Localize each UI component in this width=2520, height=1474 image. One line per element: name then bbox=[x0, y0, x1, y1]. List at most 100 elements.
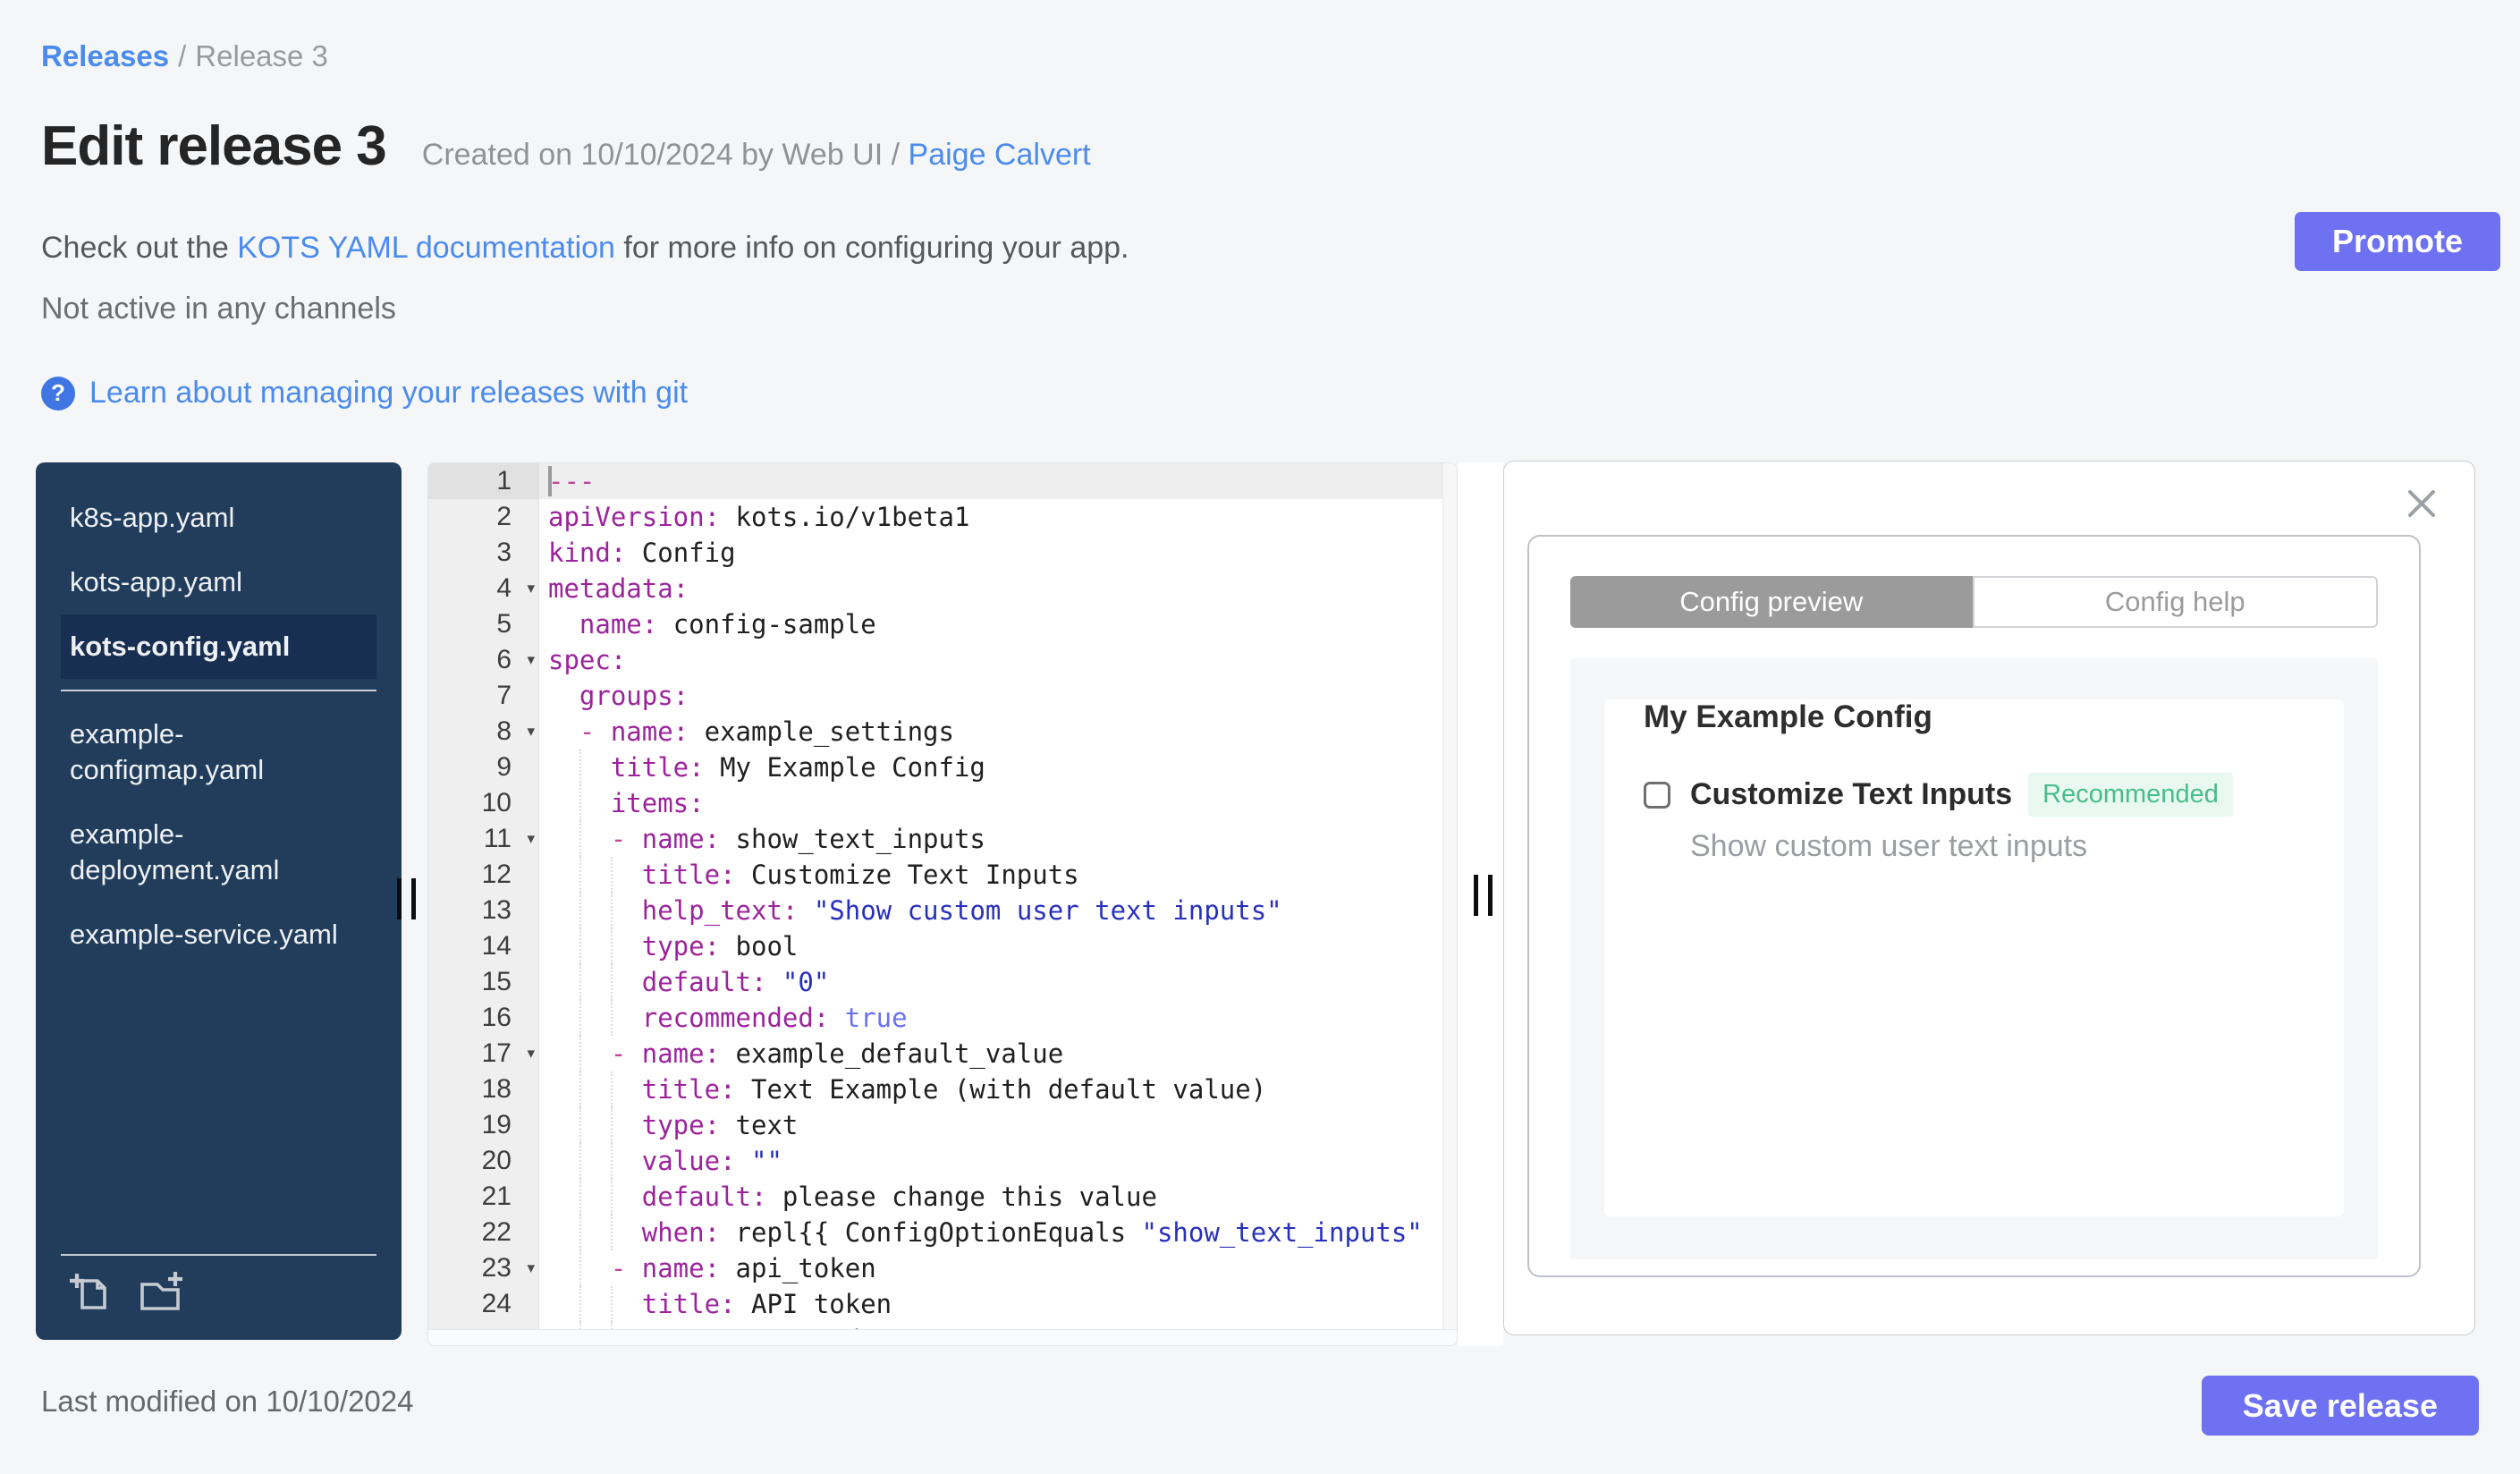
editor-line-16[interactable]: 16 recommended: true bbox=[428, 1000, 1457, 1036]
line-number: 16 bbox=[428, 1000, 539, 1036]
indent-guide bbox=[579, 1179, 581, 1215]
resize-handle-right[interactable] bbox=[1474, 875, 1501, 916]
fold-arrow-icon[interactable]: ▾ bbox=[527, 821, 535, 857]
file-plus-icon[interactable] bbox=[68, 1270, 111, 1313]
editor-line-2[interactable]: 2 apiVersion: kots.io/v1beta1 bbox=[428, 499, 1457, 535]
fold-arrow-icon[interactable]: ▾ bbox=[527, 571, 535, 606]
sidebar-item-example-deployment.yaml[interactable]: example-deployment.yaml bbox=[61, 802, 376, 902]
sidebar-divider bbox=[61, 690, 376, 691]
code-line-text[interactable]: groups: bbox=[539, 678, 1457, 714]
kots-yaml-doc-link[interactable]: KOTS YAML documentation bbox=[237, 231, 615, 265]
editor-line-17[interactable]: 17 ▾ - name: example_default_value bbox=[428, 1036, 1457, 1072]
code-line-text[interactable]: - name: example_default_value bbox=[539, 1036, 1457, 1072]
code-line-text[interactable]: type: text bbox=[539, 1107, 1457, 1143]
editor-line-24[interactable]: 24 title: API token bbox=[428, 1286, 1457, 1322]
editor-line-8[interactable]: 8 ▾ - name: example_settings bbox=[428, 714, 1457, 750]
code-line-text[interactable]: title: Text Example (with default value) bbox=[539, 1072, 1457, 1107]
last-modified: Last modified on 10/10/2024 bbox=[41, 1385, 414, 1418]
line-number: 17 ▾ bbox=[428, 1036, 539, 1072]
editor-line-1[interactable]: 1 --- bbox=[428, 463, 1457, 499]
sidebar-item-kots-config.yaml[interactable]: kots-config.yaml bbox=[61, 614, 376, 679]
resize-handle-left[interactable] bbox=[397, 878, 424, 919]
preview-tabbar: Config preview Config help bbox=[1570, 576, 2378, 628]
author-link[interactable]: Paige Calvert bbox=[909, 138, 1091, 172]
code-line-text[interactable]: title: Customize Text Inputs bbox=[539, 857, 1457, 893]
close-icon[interactable] bbox=[2405, 487, 2439, 521]
indent-guide bbox=[610, 1179, 613, 1215]
line-number: 22 bbox=[428, 1215, 539, 1250]
code-line-text[interactable]: value: "" bbox=[539, 1143, 1457, 1179]
editor-horizontal-scrollbar[interactable] bbox=[428, 1329, 1457, 1345]
indent-guide bbox=[579, 857, 581, 893]
code-line-text[interactable]: metadata: bbox=[539, 571, 1457, 606]
indent-guide bbox=[579, 1036, 581, 1072]
code-line-text[interactable]: when: repl{{ ConfigOptionEquals "show_te… bbox=[539, 1215, 1457, 1250]
fold-arrow-icon[interactable]: ▾ bbox=[527, 642, 535, 678]
sidebar-item-example-configmap.yaml[interactable]: example-configmap.yaml bbox=[61, 702, 376, 802]
editor-line-9[interactable]: 9 title: My Example Config bbox=[428, 750, 1457, 785]
code-line-text[interactable]: kind: Config bbox=[539, 535, 1457, 571]
editor-line-7[interactable]: 7 groups: bbox=[428, 678, 1457, 714]
indent-guide bbox=[579, 1250, 581, 1286]
line-number: 21 bbox=[428, 1179, 539, 1215]
editor-line-19[interactable]: 19 type: text bbox=[428, 1107, 1457, 1143]
tab-config-help[interactable]: Config help bbox=[1972, 576, 2378, 628]
fold-arrow-icon[interactable]: ▾ bbox=[527, 1250, 535, 1286]
line-number: 13 bbox=[428, 893, 539, 928]
line-number: 18 bbox=[428, 1072, 539, 1107]
code-line-text[interactable]: apiVersion: kots.io/v1beta1 bbox=[539, 499, 1457, 535]
code-line-text[interactable]: - name: example_settings bbox=[539, 714, 1457, 750]
text-cursor bbox=[548, 466, 552, 496]
code-line-text[interactable]: title: API token bbox=[539, 1286, 1457, 1322]
save-release-button[interactable]: Save release bbox=[2201, 1376, 2479, 1436]
indent-guide bbox=[579, 1322, 581, 1329]
code-line-text[interactable]: title: My Example Config bbox=[539, 750, 1457, 785]
editor-line-11[interactable]: 11 ▾ - name: show_text_inputs bbox=[428, 821, 1457, 857]
editor-line-25[interactable]: 25 type: password bbox=[428, 1322, 1457, 1329]
code-line-text[interactable]: default: please change this value bbox=[539, 1179, 1457, 1215]
code-line-text[interactable]: type: password bbox=[539, 1322, 1457, 1329]
code-line-text[interactable]: spec: bbox=[539, 642, 1457, 678]
editor-line-15[interactable]: 15 default: "0" bbox=[428, 964, 1457, 1000]
editor-line-22[interactable]: 22 when: repl{{ ConfigOptionEquals "show… bbox=[428, 1215, 1457, 1250]
editor-line-5[interactable]: 5 name: config-sample bbox=[428, 606, 1457, 642]
tab-config-preview[interactable]: Config preview bbox=[1570, 576, 1973, 628]
editor-line-18[interactable]: 18 title: Text Example (with default val… bbox=[428, 1072, 1457, 1107]
code-line-text[interactable]: type: bool bbox=[539, 928, 1457, 964]
page-title: Edit release 3 bbox=[41, 115, 387, 177]
code-line-text[interactable]: recommended: true bbox=[539, 1000, 1457, 1036]
indent-guide bbox=[579, 821, 581, 857]
editor-line-13[interactable]: 13 help_text: "Show custom user text inp… bbox=[428, 893, 1457, 928]
editor-line-21[interactable]: 21 default: please change this value bbox=[428, 1179, 1457, 1215]
folder-plus-icon[interactable] bbox=[136, 1270, 184, 1313]
editor-line-10[interactable]: 10 items: bbox=[428, 785, 1457, 821]
editor-vertical-scrollbar[interactable] bbox=[1442, 463, 1457, 1329]
fold-arrow-icon[interactable]: ▾ bbox=[527, 1036, 535, 1072]
editor-line-4[interactable]: 4 ▾ metadata: bbox=[428, 571, 1457, 606]
editor-line-23[interactable]: 23 ▾ - name: api_token bbox=[428, 1250, 1457, 1286]
promote-button[interactable]: Promote bbox=[2294, 212, 2500, 271]
code-line-text[interactable]: help_text: "Show custom user text inputs… bbox=[539, 893, 1457, 928]
line-number: 1 bbox=[428, 463, 539, 499]
line-number: 2 bbox=[428, 499, 539, 535]
editor-line-14[interactable]: 14 type: bool bbox=[428, 928, 1457, 964]
editor-line-12[interactable]: 12 title: Customize Text Inputs bbox=[428, 857, 1457, 893]
code-line-text[interactable]: --- bbox=[539, 463, 1457, 499]
indent-guide bbox=[610, 964, 613, 1000]
breadcrumb-releases-link[interactable]: Releases bbox=[41, 39, 169, 72]
code-line-text[interactable]: name: config-sample bbox=[539, 606, 1457, 642]
sidebar-item-k8s-app.yaml[interactable]: k8s-app.yaml bbox=[61, 486, 376, 550]
git-releases-link[interactable]: Learn about managing your releases with … bbox=[89, 376, 688, 411]
sidebar-item-example-service.yaml[interactable]: example-service.yaml bbox=[61, 902, 376, 967]
code-line-text[interactable]: - name: api_token bbox=[539, 1250, 1457, 1286]
editor-line-20[interactable]: 20 value: "" bbox=[428, 1143, 1457, 1179]
code-line-text[interactable]: - name: show_text_inputs bbox=[539, 821, 1457, 857]
editor-line-3[interactable]: 3 kind: Config bbox=[428, 535, 1457, 571]
fold-arrow-icon[interactable]: ▾ bbox=[527, 714, 535, 750]
sidebar-item-kots-app.yaml[interactable]: kots-app.yaml bbox=[61, 550, 376, 614]
yaml-editor[interactable]: 1 --- 2 apiVersion: kots.io/v1beta1 3 kind: C… bbox=[427, 462, 1458, 1346]
code-line-text[interactable]: items: bbox=[539, 785, 1457, 821]
customize-text-inputs-checkbox[interactable] bbox=[1644, 781, 1670, 809]
editor-line-6[interactable]: 6 ▾ spec: bbox=[428, 642, 1457, 678]
code-line-text[interactable]: default: "0" bbox=[539, 964, 1457, 1000]
